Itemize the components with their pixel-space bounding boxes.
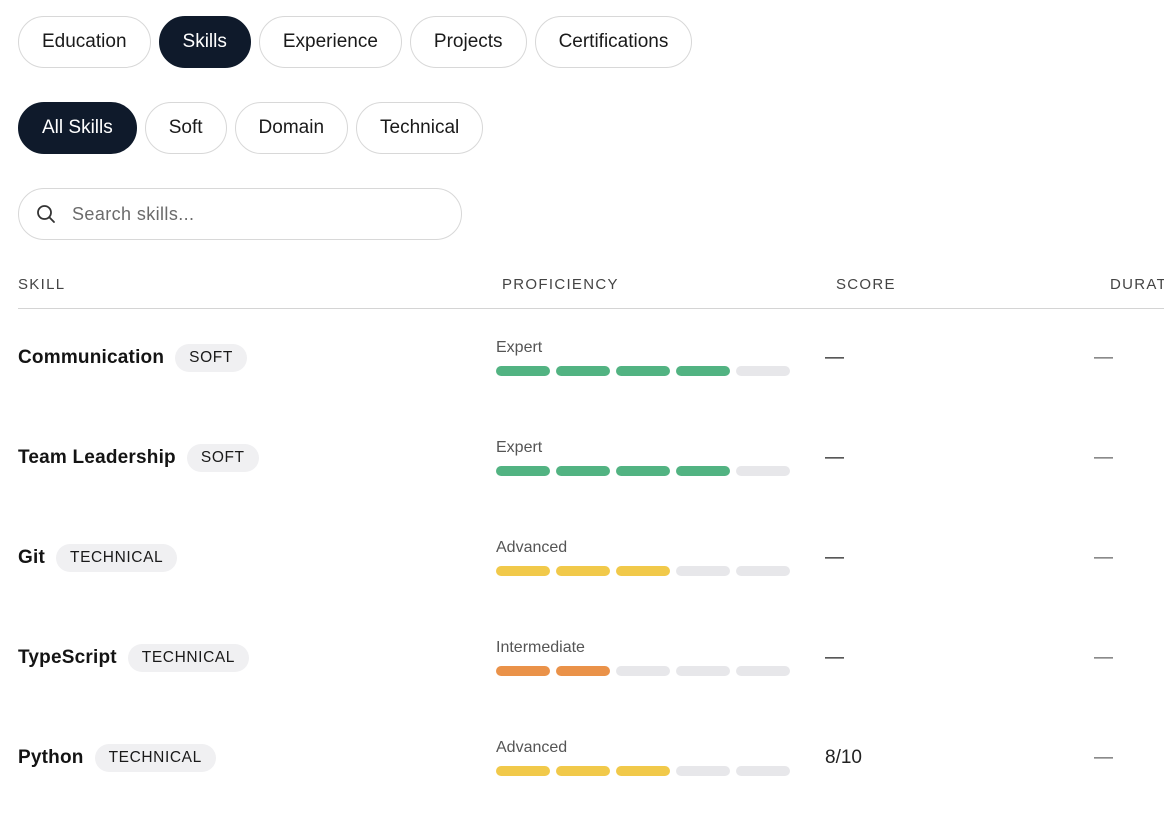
proficiency-segment — [736, 766, 790, 776]
table-row[interactable]: Team Leadership SOFT Expert — — — [18, 408, 1164, 508]
proficiency-segment — [676, 466, 730, 476]
proficiency-meter — [496, 766, 790, 776]
proficiency-label: Expert — [496, 439, 543, 456]
category-badge: TECHNICAL — [56, 544, 178, 572]
skill-cell: Git TECHNICAL — [18, 508, 178, 608]
tab-skills[interactable]: Skills — [158, 16, 251, 68]
skill-cell: Communication SOFT — [18, 308, 247, 408]
proficiency-cell: Advanced — [496, 538, 790, 576]
filter-soft[interactable]: Soft — [144, 102, 227, 154]
proficiency-meter — [496, 466, 790, 476]
search-icon — [37, 205, 55, 223]
skill-name: Communication — [18, 347, 165, 368]
proficiency-label: Advanced — [496, 539, 568, 556]
category-badge: TECHNICAL — [94, 744, 216, 772]
skill-name: TypeScript — [18, 647, 117, 668]
proficiency-segment — [616, 666, 670, 676]
proficiency-segment — [496, 766, 550, 776]
skill-filter-chips: All Skills Soft Domain Technical — [18, 102, 484, 154]
column-header-skill[interactable]: SKILL — [18, 276, 65, 293]
category-badge: SOFT — [175, 344, 247, 372]
tab-education[interactable]: Education — [18, 16, 151, 68]
duration-value: — — [1094, 347, 1113, 368]
proficiency-segment — [676, 666, 730, 676]
filter-domain[interactable]: Domain — [234, 102, 349, 154]
section-tabs: Education Skills Experience Projects Certifi… — [18, 16, 693, 68]
skills-page: Education Skills Experience Projects Certifi… — [0, 0, 1164, 822]
score-value: — — [825, 547, 844, 568]
proficiency-segment — [736, 566, 790, 576]
skill-cell: Team Leadership SOFT — [18, 408, 259, 508]
table-row[interactable]: TypeScript TECHNICAL Intermediate — — — [18, 608, 1164, 708]
proficiency-meter — [496, 566, 790, 576]
category-badge: SOFT — [186, 444, 259, 472]
tab-certifications[interactable]: Certifications — [534, 16, 693, 68]
proficiency-segment — [556, 566, 610, 576]
duration-value: — — [1094, 447, 1113, 468]
proficiency-segment — [496, 366, 550, 376]
table-row[interactable]: Python TECHNICAL Advanced 8/10 — — [18, 708, 1164, 808]
skill-cell: TypeScript TECHNICAL — [18, 608, 250, 708]
skill-name: Python — [18, 747, 84, 768]
proficiency-label: Intermediate — [496, 639, 585, 656]
tab-experience[interactable]: Experience — [258, 16, 402, 68]
proficiency-segment — [496, 566, 550, 576]
proficiency-segment — [616, 566, 670, 576]
proficiency-label: Expert — [496, 339, 543, 356]
proficiency-segment — [616, 766, 670, 776]
proficiency-segment — [556, 766, 610, 776]
tab-projects[interactable]: Projects — [409, 16, 527, 68]
proficiency-segment — [496, 666, 550, 676]
score-value: — — [825, 347, 844, 368]
filter-all-skills[interactable]: All Skills — [18, 102, 137, 154]
proficiency-segment — [556, 366, 610, 376]
proficiency-cell: Intermediate — [496, 638, 790, 676]
proficiency-segment — [676, 366, 730, 376]
duration-value: — — [1094, 547, 1113, 568]
column-header-score[interactable]: SCORE — [836, 276, 896, 293]
skill-cell: Python TECHNICAL — [18, 708, 216, 808]
table-header: SKILL PROFICIENCY SCORE DURAT — [18, 270, 1164, 309]
skill-name: Git — [18, 547, 45, 568]
proficiency-segment — [616, 466, 670, 476]
proficiency-segment — [676, 766, 730, 776]
proficiency-segment — [616, 366, 670, 376]
proficiency-cell: Expert — [496, 338, 790, 376]
score-value: — — [825, 447, 844, 468]
table-row[interactable]: Git TECHNICAL Advanced — — — [18, 508, 1164, 608]
duration-value: — — [1094, 747, 1113, 768]
proficiency-cell: Advanced — [496, 738, 790, 776]
column-header-proficiency[interactable]: PROFICIENCY — [502, 276, 619, 293]
proficiency-segment — [676, 566, 730, 576]
column-header-duration[interactable]: DURAT — [1110, 276, 1164, 293]
proficiency-segment — [556, 466, 610, 476]
duration-value: — — [1094, 647, 1113, 668]
proficiency-meter — [496, 666, 790, 676]
search-box[interactable] — [18, 188, 462, 240]
proficiency-segment — [556, 666, 610, 676]
proficiency-segment — [736, 366, 790, 376]
category-badge: TECHNICAL — [127, 644, 250, 672]
proficiency-segment — [736, 466, 790, 476]
proficiency-label: Advanced — [496, 739, 568, 756]
proficiency-segment — [496, 466, 550, 476]
score-value: — — [825, 647, 844, 668]
table-row[interactable]: Communication SOFT Expert — — — [18, 308, 1164, 408]
search-input[interactable] — [70, 202, 434, 226]
proficiency-segment — [736, 666, 790, 676]
proficiency-cell: Expert — [496, 438, 790, 476]
score-value: 8/10 — [825, 747, 862, 768]
skill-name: Team Leadership — [18, 447, 176, 468]
proficiency-meter — [496, 366, 790, 376]
filter-technical[interactable]: Technical — [356, 102, 484, 154]
